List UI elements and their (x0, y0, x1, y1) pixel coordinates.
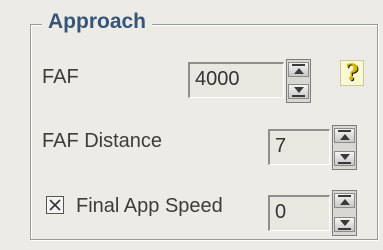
arrow-up-icon (294, 68, 304, 74)
bar-icon (338, 130, 351, 132)
bar-icon (338, 162, 351, 164)
faf-distance-spinner (332, 125, 357, 170)
faf-label: FAF (42, 66, 79, 88)
faf-increment-button[interactable] (288, 62, 309, 77)
faf-distance-label: FAF Distance (42, 130, 163, 152)
help-icon[interactable]: ? (340, 60, 364, 86)
faf-spinner (286, 59, 311, 103)
faf-distance-increment-button[interactable] (334, 128, 355, 143)
final-app-speed-decrement-button[interactable] (334, 217, 355, 232)
final-app-speed-label: Final App Speed (76, 195, 223, 217)
group-title: Approach (42, 7, 153, 37)
final-app-speed-increment-button[interactable] (334, 193, 355, 208)
approach-panel: Approach FAF 4000 ? FAF Distance 7 Final… (0, 0, 383, 250)
bar-icon (292, 64, 305, 66)
arrow-up-icon (340, 199, 350, 205)
bar-icon (338, 228, 351, 230)
checkmark-x-icon (49, 199, 61, 211)
bar-icon (338, 195, 351, 197)
final-app-speed-spinner (332, 190, 357, 236)
faf-decrement-button[interactable] (288, 84, 309, 99)
faf-distance-input[interactable]: 7 (268, 129, 330, 165)
arrow-down-icon (340, 154, 350, 160)
arrow-up-icon (340, 134, 350, 140)
arrow-down-icon (294, 87, 304, 93)
final-app-speed-input[interactable]: 0 (268, 195, 330, 231)
faf-distance-decrement-button[interactable] (334, 151, 355, 166)
final-app-speed-checkbox[interactable] (46, 196, 64, 214)
bar-icon (292, 95, 305, 97)
arrow-down-icon (340, 220, 350, 226)
faf-input[interactable]: 4000 (188, 62, 284, 98)
